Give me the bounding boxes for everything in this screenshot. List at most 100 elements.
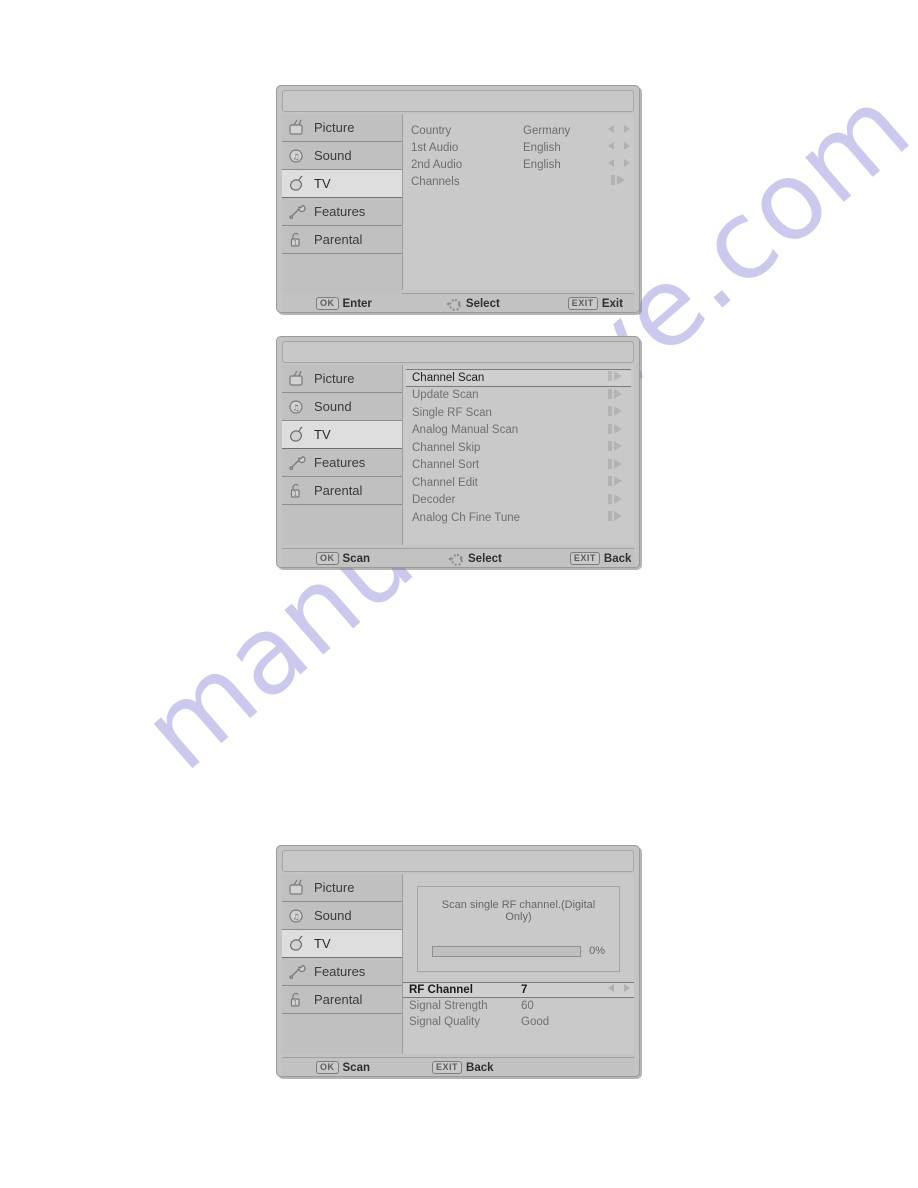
dpad-icon <box>445 298 461 311</box>
setting-row-1st-audio[interactable]: 1st Audio English <box>403 139 634 156</box>
sidebar-item-label: Features <box>314 964 366 979</box>
sidebar-item-tv[interactable]: TV <box>282 170 402 198</box>
sidebar-item-features[interactable]: Features <box>282 198 402 226</box>
panel-titlebar <box>282 850 634 872</box>
menu-item-channel-scan[interactable]: Channel Scan <box>406 369 631 387</box>
enter-submenu-arrow-icon[interactable] <box>607 388 627 402</box>
progress-bar-track <box>432 945 582 957</box>
left-right-arrows-icon[interactable] <box>604 124 630 137</box>
svg-text:♫: ♫ <box>292 403 299 412</box>
footer-label: Scan <box>342 1061 371 1074</box>
signal-row-rf-channel[interactable]: RF Channel 7 <box>403 982 634 998</box>
menu-item-channel-sort[interactable]: Channel Sort <box>406 457 631 475</box>
channels-menu-list: Channel Scan Update Scan Single RF Scan … <box>402 365 634 545</box>
wrench-icon <box>288 203 308 221</box>
setting-row-channels[interactable]: Channels <box>403 173 634 190</box>
enter-submenu-arrow-icon[interactable] <box>607 458 627 472</box>
footer-ok-enter[interactable]: OK Enter <box>316 297 372 310</box>
sidebar-item-parental[interactable]: 1 Parental <box>282 226 402 254</box>
footer-exit[interactable]: EXIT Exit <box>567 297 623 310</box>
footer-exit-back[interactable]: EXIT Back <box>569 552 631 565</box>
panel-footer: OK Enter Select EXIT Exit <box>282 293 634 312</box>
panel-titlebar <box>282 341 634 363</box>
enter-submenu-arrow-icon[interactable] <box>604 175 630 188</box>
menu-item-analog-manual-scan[interactable]: Analog Manual Scan <box>406 422 631 440</box>
speaker-note-icon: ♫ <box>288 398 308 416</box>
left-right-arrows-icon[interactable] <box>604 141 630 154</box>
footer-select[interactable]: Select <box>445 298 500 311</box>
sidebar-item-sound[interactable]: ♫ Sound <box>282 142 402 170</box>
enter-submenu-arrow-icon[interactable] <box>607 493 627 507</box>
enter-submenu-arrow-icon[interactable] <box>607 371 627 384</box>
enter-submenu-arrow-icon[interactable] <box>607 423 627 437</box>
satellite-dish-icon <box>288 426 308 444</box>
menu-item-label: Update Scan <box>412 389 479 402</box>
menu-item-label: Decoder <box>412 494 456 507</box>
menu-item-single-rf-scan[interactable]: Single RF Scan <box>406 404 631 422</box>
signal-label: RF Channel <box>409 984 473 996</box>
signal-row-signal-strength: Signal Strength 60 <box>403 998 634 1014</box>
sidebar-item-picture[interactable]: Picture <box>282 874 402 902</box>
setting-value: English <box>523 141 561 154</box>
svg-text:♫: ♫ <box>292 912 299 921</box>
setting-row-2nd-audio[interactable]: 2nd Audio English <box>403 156 634 173</box>
footer-select[interactable]: Select <box>448 553 502 566</box>
sidebar-item-sound[interactable]: ♫ Sound <box>282 393 402 421</box>
sidebar-item-picture[interactable]: Picture <box>282 365 402 393</box>
tv-set-icon <box>288 370 308 388</box>
osd-panel-single-rf-scan: Picture ♫ Sound TV Features 1 Parental S… <box>276 845 640 1077</box>
panel-footer: OK Scan Select EXIT Back <box>282 548 634 567</box>
dpad-icon <box>448 553 463 566</box>
sidebar-item-label: TV <box>314 427 331 442</box>
speaker-note-icon: ♫ <box>288 907 308 925</box>
sidebar-item-parental[interactable]: 1 Parental <box>282 986 402 1014</box>
sidebar-item-parental[interactable]: 1 Parental <box>282 477 402 505</box>
footer-label: Scan <box>342 552 371 565</box>
panel-titlebar <box>282 90 634 112</box>
osd-panel-channels-menu: Picture ♫ Sound TV Features 1 Parental C… <box>276 336 640 568</box>
sidebar: Picture ♫ Sound TV Features 1 Parental <box>282 114 402 294</box>
key-exit-icon: EXIT <box>567 297 598 310</box>
left-right-arrows-icon[interactable] <box>604 158 630 171</box>
enter-submenu-arrow-icon[interactable] <box>607 476 627 489</box>
menu-item-label: Analog Manual Scan <box>412 424 519 437</box>
menu-item-analog-ch-fine-tune[interactable]: Analog Ch Fine Tune <box>406 509 631 527</box>
sidebar-item-tv[interactable]: TV <box>282 421 402 449</box>
speaker-note-icon: ♫ <box>288 147 308 165</box>
tv-set-icon <box>288 879 308 897</box>
sidebar-filler <box>282 1014 402 1054</box>
menu-item-channel-edit[interactable]: Channel Edit <box>406 474 631 492</box>
footer-ok-scan[interactable]: OK Scan <box>316 1061 370 1074</box>
satellite-dish-icon <box>288 175 308 193</box>
enter-submenu-arrow-icon[interactable] <box>607 511 627 524</box>
menu-item-label: Single RF Scan <box>412 406 492 419</box>
footer-ok-scan[interactable]: OK Scan <box>316 552 370 565</box>
sidebar-item-label: TV <box>314 936 331 951</box>
sidebar-item-label: Picture <box>314 120 355 135</box>
setting-row-country[interactable]: Country Germany <box>403 122 634 139</box>
sidebar-item-features[interactable]: Features <box>282 958 402 986</box>
sidebar-item-tv[interactable]: TV <box>282 930 402 958</box>
sidebar-item-sound[interactable]: ♫ Sound <box>282 902 402 930</box>
wrench-icon <box>288 454 308 472</box>
panel-footer: OK Scan EXIT Back <box>282 1057 634 1076</box>
enter-submenu-arrow-icon[interactable] <box>607 441 627 454</box>
menu-item-channel-skip[interactable]: Channel Skip <box>406 439 631 457</box>
padlock-icon: 1 <box>288 482 308 500</box>
footer-exit-back[interactable]: EXIT Back <box>432 1061 494 1074</box>
signal-value: Good <box>521 1016 550 1028</box>
scan-progress-box: Scan single RF channel.(Digital Only) 0% <box>417 886 620 972</box>
footer-label: Back <box>466 1061 494 1074</box>
left-right-arrows-icon[interactable] <box>604 984 630 996</box>
sidebar-item-picture[interactable]: Picture <box>282 114 402 142</box>
menu-item-decoder[interactable]: Decoder <box>406 492 631 510</box>
sidebar-item-features[interactable]: Features <box>282 449 402 477</box>
signal-value: 7 <box>521 984 528 996</box>
sidebar-item-label: Picture <box>314 880 355 895</box>
sidebar: Picture ♫ Sound TV Features 1 Parental <box>282 365 402 545</box>
enter-submenu-arrow-icon[interactable] <box>607 406 627 419</box>
sidebar-item-label: Features <box>314 455 366 470</box>
sidebar-item-label: TV <box>314 176 331 191</box>
menu-item-update-scan[interactable]: Update Scan <box>406 387 631 405</box>
footer-label: Enter <box>342 297 372 310</box>
